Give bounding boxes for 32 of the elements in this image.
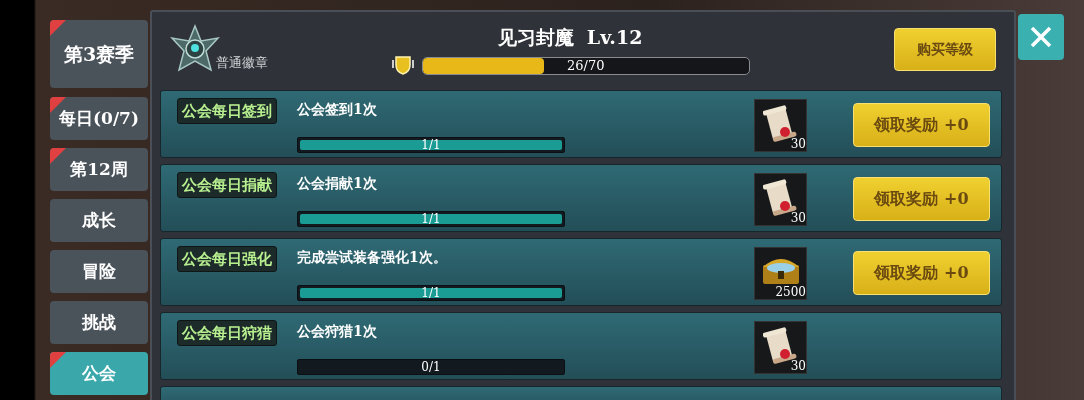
task-description: 完成尝试装备强化1次。 [297, 248, 447, 267]
reward-count: 30 [790, 212, 806, 225]
sidebar-tab[interactable]: 冒险 [50, 250, 148, 293]
task-tag: 公会每日签到 [177, 98, 277, 124]
task-tag: 公会每日狩猎 [177, 320, 277, 346]
task-description: 公会捐献1次 [297, 174, 377, 193]
task-description: 公会签到1次 [297, 100, 377, 119]
sidebar-tab[interactable]: 成长 [50, 199, 148, 242]
close-icon [1030, 26, 1052, 48]
shield-icon [392, 54, 414, 76]
sidebar-tab[interactable]: 挑战 [50, 301, 148, 344]
task-tag: 公会每日强化 [177, 246, 277, 272]
close-button[interactable] [1018, 14, 1064, 60]
task-progress-count: 1/1 [420, 138, 442, 152]
sidebar-tab[interactable]: 第12周 [50, 148, 148, 191]
claim-reward-button[interactable]: 领取奖励 +0 [853, 251, 990, 295]
sidebar-tab[interactable]: 第3赛季 [50, 20, 148, 88]
experience-count: 26/70 [567, 58, 605, 74]
claim-reward-button[interactable]: 领取奖励 +0 [853, 103, 990, 147]
task-tag: 公会每日捐献 [177, 172, 277, 198]
level-title: 见习封魔 Lv.12 [497, 25, 643, 50]
task-progress-count: 1/1 [420, 286, 442, 300]
sidebar-tab[interactable]: 每日(0/7) [50, 97, 148, 140]
claim-reward-button[interactable]: 领取奖励 +0 [853, 177, 990, 221]
reward-count: 30 [790, 138, 806, 151]
task-description: 公会狩猎1次 [297, 322, 377, 341]
task-progress-count: 1/1 [420, 212, 442, 226]
buy-level-button[interactable]: 购买等级 [894, 28, 996, 71]
task-progress-count: 0/1 [420, 360, 442, 374]
reward-count: 30 [790, 360, 806, 373]
reward-count: 2500 [775, 286, 806, 299]
badge-label: 普通徽章 [216, 54, 268, 73]
